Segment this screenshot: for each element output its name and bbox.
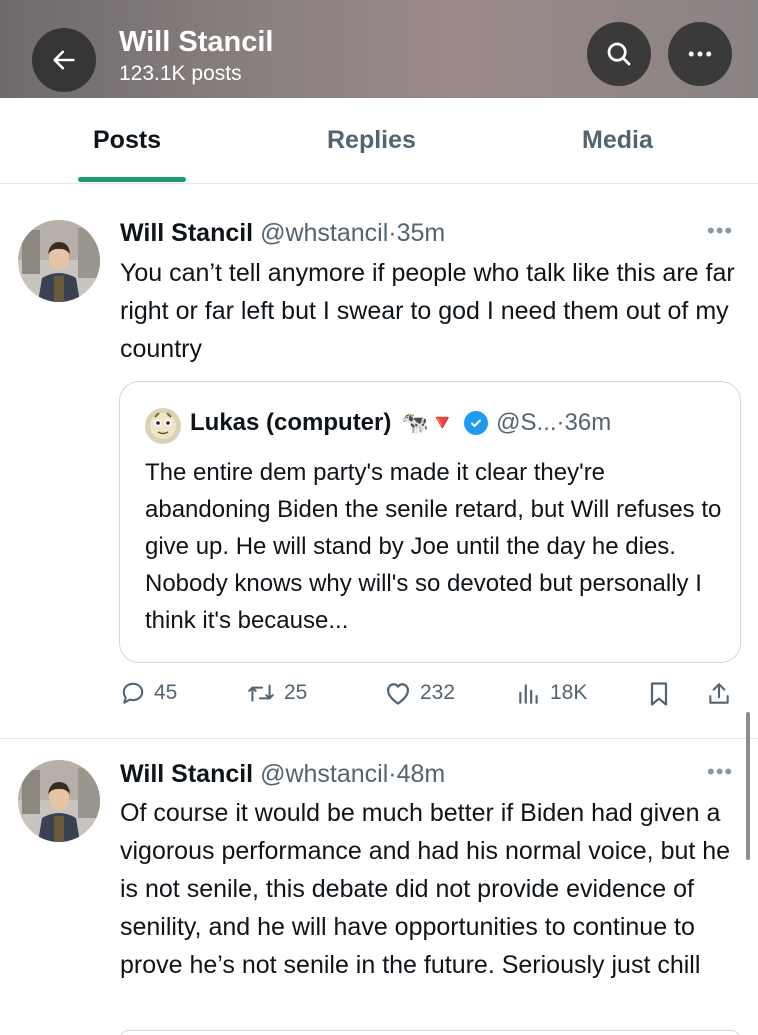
post-meta: Will Stancil @whstancil·35m (120, 219, 445, 248)
quoted-post[interactable]: Lukas (computer) 🐄🔻 @S... · 36m The entire… (119, 381, 741, 663)
verified-badge-icon (464, 411, 489, 435)
post-meta: Will Stancil @whstancil·48m (120, 760, 445, 789)
post[interactable]: Will Stancil @whstancil·48m ••• Of cours… (0, 740, 758, 1035)
quoted-handle: @S... (496, 409, 557, 436)
heart-icon (386, 683, 410, 705)
repost-icon (248, 684, 274, 702)
post-time[interactable]: 35m (397, 219, 446, 247)
tab-posts[interactable]: Posts (93, 126, 161, 155)
author-name[interactable]: Will Stancil (120, 760, 253, 788)
repost-count: 25 (284, 681, 308, 704)
post-more-icon[interactable]: ••• (707, 759, 733, 785)
quoted-meta: Lukas (computer) 🐄🔻 @S... · 36m (190, 409, 611, 437)
back-button[interactable] (32, 28, 96, 92)
active-tab-indicator (78, 177, 186, 182)
quoted-author-name: Lukas (computer) (190, 409, 392, 436)
search-button[interactable] (587, 22, 651, 86)
post[interactable]: Will Stancil @whstancil·35m ••• You can’… (0, 184, 758, 739)
reply-icon (122, 682, 144, 704)
bookmark-button[interactable] (647, 680, 671, 708)
avatar[interactable] (18, 760, 100, 842)
views-count: 18K (550, 681, 588, 704)
post-time[interactable]: 48m (397, 760, 446, 788)
share-button[interactable] (706, 680, 732, 708)
post-actions: 45 25 232 18K (0, 680, 758, 710)
bookmark-icon (650, 682, 668, 706)
separator-dot: · (388, 219, 397, 247)
reply-count: 45 (154, 681, 178, 704)
post-count: 123.1K posts (119, 62, 242, 85)
author-handle[interactable]: @whstancil (260, 760, 388, 788)
share-icon (709, 683, 729, 704)
scrollbar[interactable] (746, 712, 750, 860)
tab-replies[interactable]: Replies (327, 126, 416, 155)
quoted-avatar (145, 408, 181, 444)
tab-media[interactable]: Media (582, 126, 653, 155)
more-options-button[interactable] (668, 22, 732, 86)
like-button[interactable]: 232 (384, 680, 455, 706)
next-card-edge (119, 1030, 741, 1035)
repost-button[interactable]: 25 (246, 680, 307, 706)
arrow-left-icon (53, 50, 75, 70)
post-text: Of course it would be much better if Bid… (120, 799, 731, 979)
quoted-author-emoji: 🐄🔻 (401, 410, 457, 435)
views-button[interactable]: 18K (516, 680, 587, 706)
views-chart-icon (519, 684, 538, 704)
quoted-time: 36m (564, 409, 612, 436)
separator-dot: · (388, 760, 397, 788)
author-name[interactable]: Will Stancil (120, 219, 253, 247)
search-icon (607, 42, 631, 66)
post-more-icon[interactable]: ••• (707, 218, 733, 244)
more-horizontal-icon (688, 51, 712, 57)
quoted-text: The entire dem party's made it clear the… (145, 459, 722, 634)
post-text: You can’t tell anymore if people who tal… (120, 259, 735, 363)
avatar[interactable] (18, 220, 100, 302)
quoted-separator-dot: · (556, 409, 565, 436)
profile-header: Will Stancil 123.1K posts (0, 0, 758, 98)
reply-button[interactable]: 45 (120, 680, 177, 706)
profile-tabs: Posts Replies Media (0, 98, 758, 184)
author-handle[interactable]: @whstancil (260, 219, 388, 247)
profile-name: Will Stancil (119, 26, 274, 58)
like-count: 232 (420, 681, 456, 704)
